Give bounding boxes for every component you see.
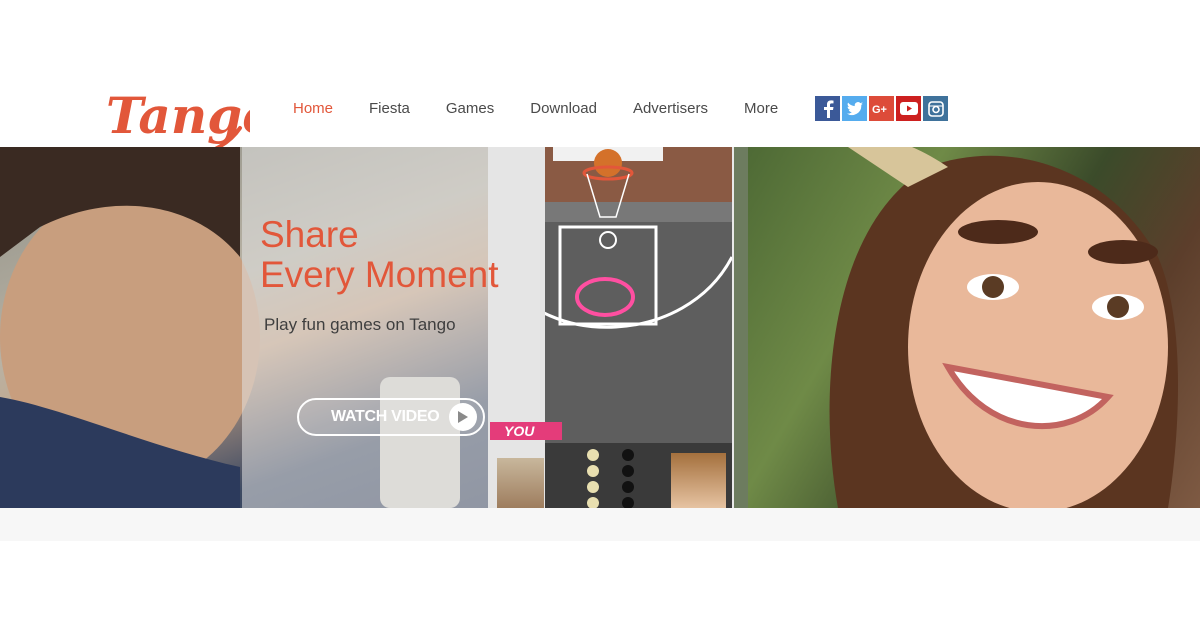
hero-subtitle: Play fun games on Tango [264,315,456,334]
nav-advertisers[interactable]: Advertisers [633,100,708,117]
player-thumbnail-woman [671,453,726,508]
watch-video-label: WATCH VIDEO [331,408,440,425]
svg-text:G+: G+ [872,104,887,115]
twitter-icon[interactable] [842,96,867,121]
nav-more[interactable]: More [744,100,778,117]
instagram-icon[interactable] [923,96,948,121]
woman-photo [748,147,1200,508]
logo-wordmark: Tango [106,86,250,145]
social-links: G+ [815,96,948,121]
nav-home[interactable]: Home [293,100,333,117]
google-plus-icon[interactable]: G+ [869,96,894,121]
facebook-icon[interactable] [815,96,840,121]
hero-title: Share Every Moment [260,215,499,295]
score-dots [585,447,645,508]
main-nav: Home Fiesta Games Download Advertisers M… [293,97,814,119]
footer-strip [0,508,1200,541]
youtube-icon[interactable] [896,96,921,121]
nav-download[interactable]: Download [530,100,597,117]
player-thumbnail-boy [497,458,544,508]
hero-banner: Share Every Moment Play fun games on Tan… [0,147,1200,508]
nav-games[interactable]: Games [446,100,494,117]
play-icon [449,403,477,431]
watch-video-button[interactable]: WATCH VIDEO [297,398,485,436]
nav-fiesta[interactable]: Fiesta [369,100,410,117]
hero-title-line2: Every Moment [260,254,499,295]
you-tag: YOU [490,422,562,440]
hero-title-line1: Share [260,214,359,255]
